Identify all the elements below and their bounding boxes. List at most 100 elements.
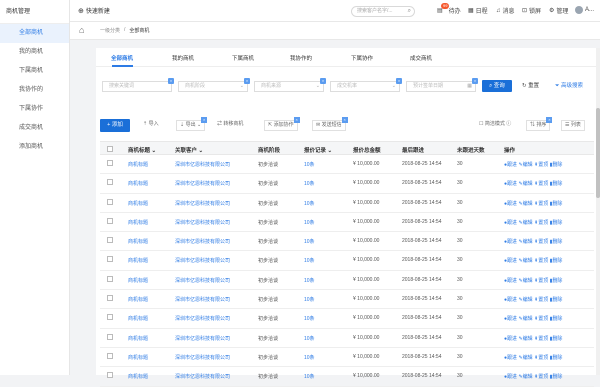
- quotes-link[interactable]: 10条: [304, 373, 315, 380]
- columns-button[interactable]: ☰ 列表: [561, 120, 585, 131]
- header-title[interactable]: 商机标题 ⌄: [128, 146, 156, 154]
- sort-button[interactable]: ⇅ 排序 ×: [526, 117, 553, 131]
- simple-mode-toggle[interactable]: ☐ 简洁模式 ⓘ: [476, 120, 515, 131]
- opportunity-title-link[interactable]: 商机标题: [128, 315, 148, 322]
- opportunity-title-link[interactable]: 商机标题: [128, 354, 148, 361]
- select-all-checkbox[interactable]: [107, 146, 113, 152]
- opportunity-title-link[interactable]: 商机标题: [128, 296, 148, 303]
- follow-action[interactable]: ●跟进: [504, 258, 517, 264]
- delete-action[interactable]: ▮删除: [550, 201, 563, 207]
- header-quotes[interactable]: 报价记录 ⌄: [304, 146, 332, 154]
- customer-link[interactable]: 深圳市亿恩科技有限公司: [175, 238, 230, 245]
- remove-filter-icon[interactable]: ×: [472, 78, 478, 84]
- row-checkbox[interactable]: [107, 372, 113, 379]
- tab-collab[interactable]: 我协作的: [290, 54, 312, 62]
- reset-button[interactable]: ↻ 重置: [522, 81, 539, 89]
- customer-link[interactable]: 深圳市亿恩科技有限公司: [175, 180, 230, 187]
- remove-icon[interactable]: ×: [546, 117, 553, 123]
- tab-mine[interactable]: 我的商机: [172, 54, 194, 62]
- edit-action[interactable]: ✎编辑: [518, 297, 532, 303]
- opportunity-title-link[interactable]: 商机标题: [128, 200, 148, 207]
- message-button[interactable]: ♫ 消息: [496, 6, 515, 16]
- follow-action[interactable]: ●跟进: [504, 374, 517, 380]
- lock-button[interactable]: ⊡ 锁屏: [522, 6, 541, 15]
- global-search-input[interactable]: 搜索客户名字/... ⌕: [351, 6, 415, 17]
- opportunity-title-link[interactable]: 商机标题: [128, 335, 148, 342]
- todo-button[interactable]: ▤ 99 待办: [437, 3, 461, 15]
- quotes-link[interactable]: 10条: [304, 315, 315, 322]
- follow-action[interactable]: ●跟进: [504, 181, 517, 187]
- row-checkbox[interactable]: [107, 314, 113, 321]
- probability-filter[interactable]: 成交机率 ⌄ ×: [330, 78, 402, 92]
- breadcrumb-level1[interactable]: 一级分类: [100, 27, 120, 34]
- delete-action[interactable]: ▮删除: [550, 336, 563, 342]
- table-row[interactable]: 商机标题 深圳市亿恩科技有限公司 初步洽谈 10条 ¥ 10,000.00 2018-08…: [100, 155, 594, 175]
- quotes-link[interactable]: 10条: [304, 180, 315, 187]
- follow-action[interactable]: ●跟进: [504, 220, 517, 226]
- table-row[interactable]: 商机标题 深圳市亿恩科技有限公司 初步洽谈 10条 ¥ 10,000.00 2018-08…: [100, 251, 594, 271]
- opportunity-title-link[interactable]: 商机标题: [128, 257, 148, 264]
- edit-action[interactable]: ✎编辑: [518, 239, 532, 245]
- edit-action[interactable]: ✎编辑: [518, 181, 532, 187]
- sidebar-item[interactable]: 添加商机: [0, 138, 69, 157]
- quotes-link[interactable]: 10条: [304, 335, 315, 342]
- opportunity-title-link[interactable]: 商机标题: [128, 219, 148, 226]
- customer-link[interactable]: 深圳市亿恩科技有限公司: [175, 354, 230, 361]
- delete-action[interactable]: ▮删除: [550, 220, 563, 226]
- pin-action[interactable]: ⇞置顶: [534, 181, 548, 187]
- pin-action[interactable]: ⇞置顶: [534, 316, 548, 322]
- row-checkbox[interactable]: [107, 160, 113, 166]
- pin-action[interactable]: ⇞置顶: [534, 258, 548, 264]
- pin-action[interactable]: ⇞置顶: [534, 201, 548, 207]
- opportunity-title-link[interactable]: 商机标题: [128, 180, 148, 187]
- delete-action[interactable]: ▮删除: [550, 374, 563, 380]
- pin-action[interactable]: ⇞置顶: [534, 336, 548, 342]
- query-button[interactable]: ⌕ 查询: [482, 80, 512, 92]
- follow-action[interactable]: ●跟进: [504, 201, 517, 207]
- opportunity-title-link[interactable]: 商机标题: [128, 277, 148, 284]
- follow-action[interactable]: ●跟进: [504, 278, 517, 284]
- quotes-link[interactable]: 10条: [304, 354, 315, 361]
- row-checkbox[interactable]: [107, 198, 113, 205]
- row-checkbox[interactable]: [107, 217, 113, 224]
- table-row[interactable]: 商机标题 深圳市亿恩科技有限公司 初步洽谈 10条 ¥ 10,000.00 2018-08…: [100, 290, 594, 310]
- manage-button[interactable]: ⚙ 管理: [549, 6, 568, 15]
- pin-action[interactable]: ⇞置顶: [534, 278, 548, 284]
- opportunity-title-link[interactable]: 商机标题: [128, 238, 148, 245]
- transfer-button[interactable]: ⇄ 转移商机: [214, 120, 247, 131]
- tab-sub-collab[interactable]: 下属协作: [351, 54, 373, 62]
- row-checkbox[interactable]: [107, 333, 113, 340]
- user-menu[interactable]: A...: [575, 6, 594, 14]
- row-checkbox[interactable]: [107, 237, 113, 244]
- pin-action[interactable]: ⇞置顶: [534, 297, 548, 303]
- table-row[interactable]: 商机标题 深圳市亿恩科技有限公司 初步洽谈 10条 ¥ 10,000.00 2018-08…: [100, 271, 594, 291]
- delete-action[interactable]: ▮删除: [550, 258, 563, 264]
- delete-action[interactable]: ▮删除: [550, 316, 563, 322]
- edit-action[interactable]: ✎编辑: [518, 355, 532, 361]
- sidebar-item[interactable]: 下属协作: [0, 100, 69, 119]
- delete-action[interactable]: ▮删除: [550, 239, 563, 245]
- row-checkbox[interactable]: [107, 295, 113, 302]
- table-row[interactable]: 商机标题 深圳市亿恩科技有限公司 初步洽谈 10条 ¥ 10,000.00 2018-08…: [100, 174, 594, 194]
- follow-action[interactable]: ●跟进: [504, 336, 517, 342]
- customer-link[interactable]: 深圳市亿恩科技有限公司: [175, 315, 230, 322]
- opportunity-title-link[interactable]: 商机标题: [128, 161, 148, 168]
- table-row[interactable]: 商机标题 深圳市亿恩科技有限公司 初步洽谈 10条 ¥ 10,000.00 2018-08…: [100, 329, 594, 348]
- pin-action[interactable]: ⇞置顶: [534, 374, 548, 380]
- row-checkbox[interactable]: [107, 352, 113, 359]
- edit-action[interactable]: ✎编辑: [518, 336, 532, 342]
- header-customer[interactable]: 关联客户 ⌄: [175, 146, 203, 154]
- table-row[interactable]: 商机标题 深圳市亿恩科技有限公司 初步洽谈 10条 ¥ 10,000.00 2018-08…: [100, 232, 594, 252]
- sidebar-item[interactable]: 全部商机: [0, 24, 69, 43]
- pin-action[interactable]: ⇞置顶: [534, 355, 548, 361]
- sidebar-item[interactable]: 成交商机: [0, 119, 69, 138]
- add-collab-button[interactable]: ⇱ 添加协作 ×: [264, 117, 300, 131]
- keyword-filter[interactable]: 搜索关键词 ×: [102, 78, 174, 92]
- pin-action[interactable]: ⇞置顶: [534, 162, 548, 168]
- delete-action[interactable]: ▮删除: [550, 297, 563, 303]
- edit-action[interactable]: ✎编辑: [518, 278, 532, 284]
- customer-link[interactable]: 深圳市亿恩科技有限公司: [175, 373, 230, 380]
- import-button[interactable]: ⇡ 导入: [140, 120, 162, 131]
- tab-deal[interactable]: 成交商机: [410, 54, 432, 62]
- delete-action[interactable]: ▮删除: [550, 181, 563, 187]
